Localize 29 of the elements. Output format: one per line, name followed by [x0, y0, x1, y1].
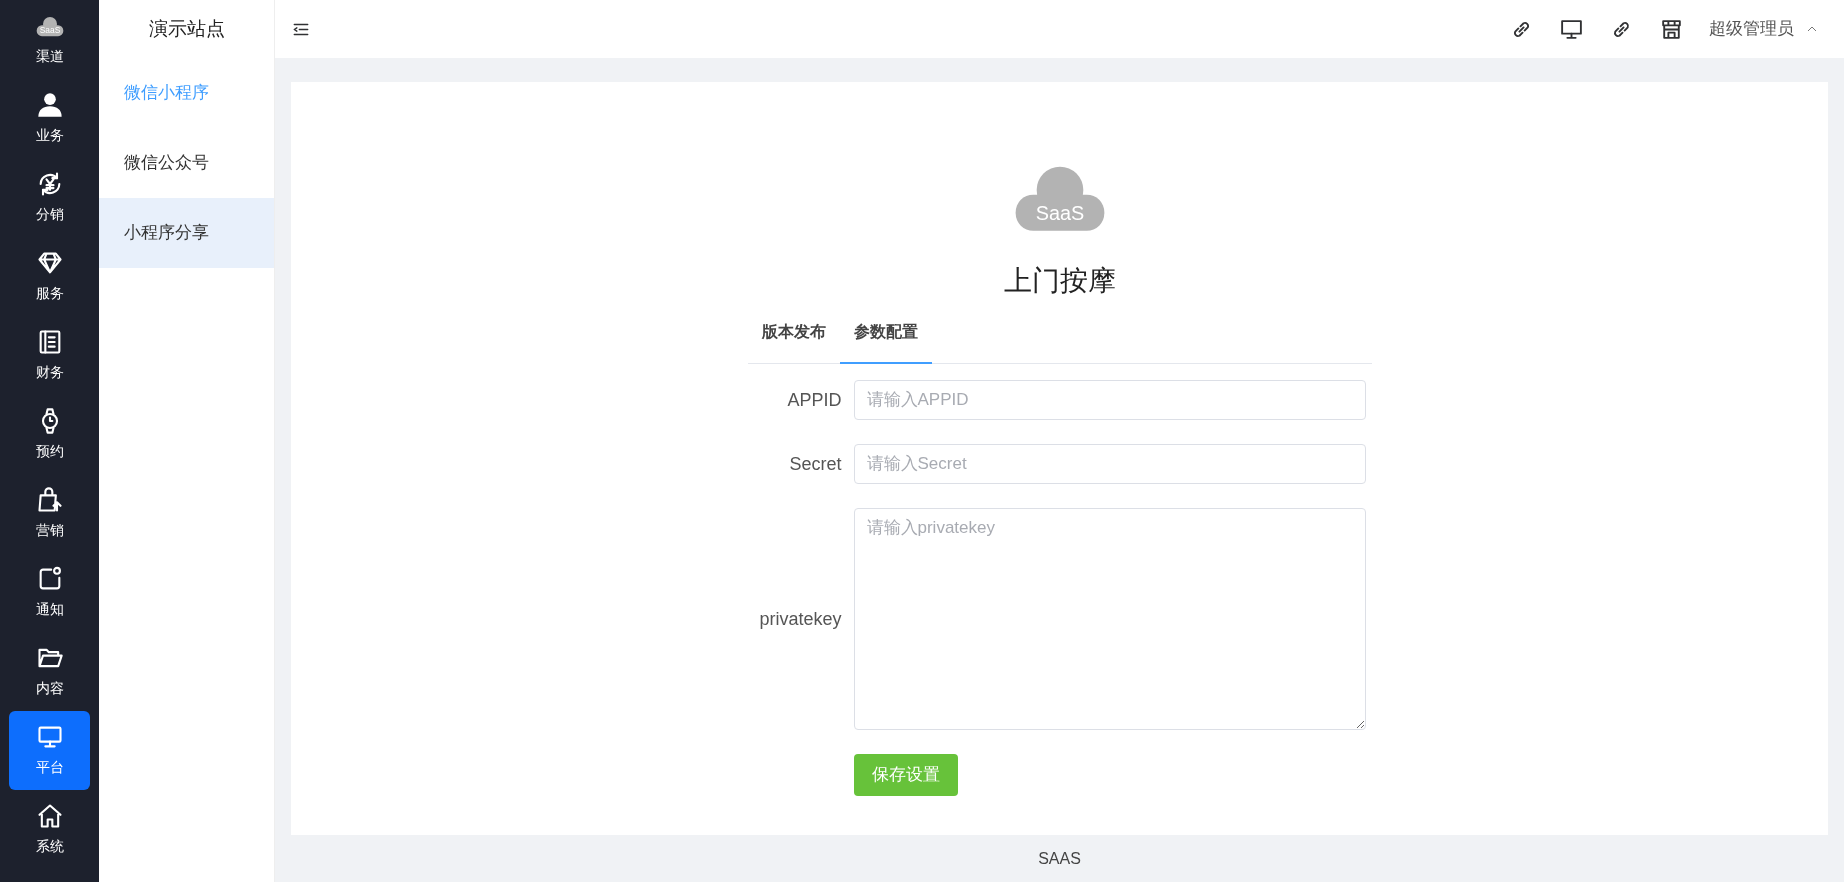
footer-text: SAAS: [1038, 848, 1081, 869]
field-label: privatekey: [758, 607, 843, 631]
user-menu[interactable]: 超级管理员: [1709, 16, 1794, 42]
sidebar-item[interactable]: 营销: [9, 474, 90, 553]
tab[interactable]: 参数配置: [839, 306, 932, 364]
user-icon: [35, 91, 64, 119]
field-label: Secret: [788, 452, 843, 476]
app-name: 上门按摩: [1003, 264, 1116, 298]
saas-logo: SaaS: [35, 12, 64, 40]
sidebar-item[interactable]: 财务: [9, 316, 90, 395]
bag-upload-icon: [35, 486, 64, 514]
input-field[interactable]: 请输入APPID: [853, 380, 1366, 420]
sidebar-item[interactable]: 预约: [9, 395, 90, 474]
sidebar-item[interactable]: 内容: [9, 632, 90, 711]
sidebar-item[interactable]: SaaS 渠道: [9, 0, 90, 79]
submenu-item[interactable]: 小程序分享: [99, 198, 274, 268]
sidebar-item[interactable]: 平台: [9, 711, 90, 790]
sidebar-item[interactable]: 分销: [9, 158, 90, 237]
sidebar-item[interactable]: 服务: [9, 237, 90, 316]
sidebar-item[interactable]: 通知: [9, 553, 90, 632]
field-label: APPID: [786, 388, 843, 412]
saas-logo: SaaS: [1012, 162, 1107, 232]
input-field[interactable]: 请输入Secret: [853, 444, 1366, 484]
site-title: 演示站点: [147, 16, 226, 41]
tab[interactable]: 版本发布: [747, 306, 840, 364]
submenu-item[interactable]: 微信公众号: [99, 128, 274, 198]
sidebar-item[interactable]: 系统: [9, 790, 90, 869]
sidebar-item[interactable]: 业务: [9, 79, 90, 158]
text-area[interactable]: 请输入privatekey: [853, 508, 1366, 730]
